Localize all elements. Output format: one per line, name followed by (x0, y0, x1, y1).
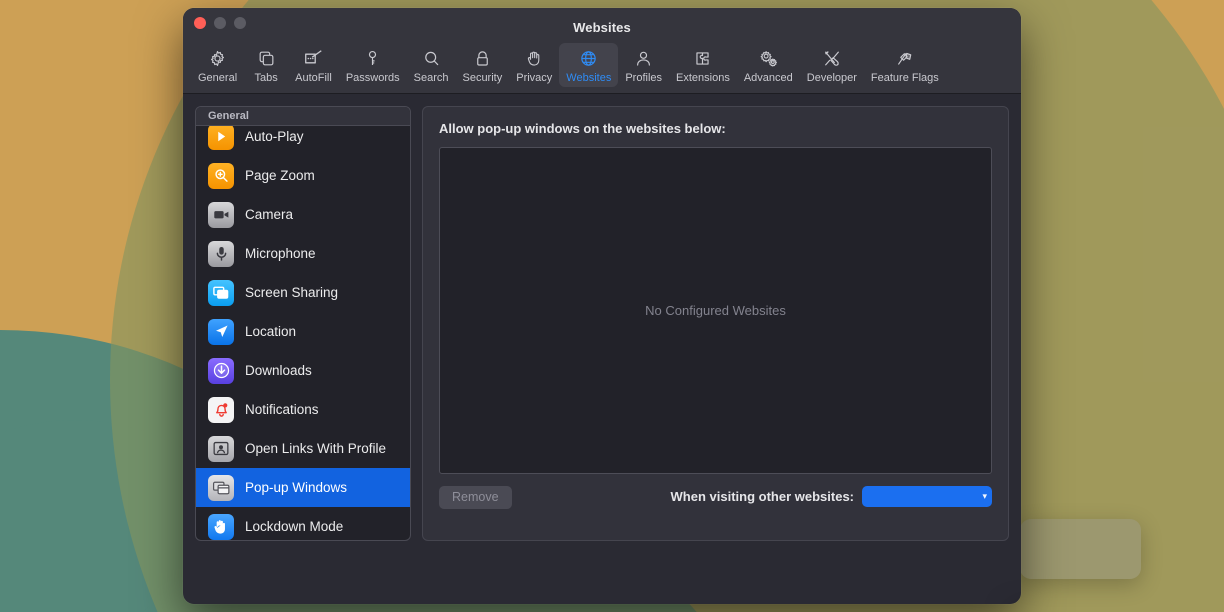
toolbar-item-label: Tabs (255, 72, 278, 84)
camera-icon (208, 202, 234, 228)
toolbar-item-developer[interactable]: Developer (800, 43, 864, 87)
toolbar-item-label: General (198, 72, 237, 84)
location-arrow-icon (208, 319, 234, 345)
default-behavior-dropdown-menu[interactable]: ✓ Block and Notify Block Allow (1014, 602, 1021, 604)
close-button[interactable] (194, 17, 206, 29)
magnifier-plus-icon (208, 163, 234, 189)
sidebar-section-header: General (196, 107, 410, 126)
toolbar-item-privacy[interactable]: Privacy (509, 43, 559, 87)
sidebar-item-screen-sharing[interactable]: Screen Sharing (196, 273, 410, 312)
toolbar-item-search[interactable]: Search (407, 43, 456, 87)
sidebar-item-microphone[interactable]: Microphone (196, 234, 410, 273)
toolbar-item-label: Search (414, 72, 449, 84)
traffic-light-group (194, 17, 246, 29)
sidebar-item-label: Lockdown Mode (245, 519, 343, 534)
sidebar-item-label: Downloads (245, 363, 312, 378)
microphone-icon (208, 241, 234, 267)
window-chrome: Websites General T (183, 8, 1021, 94)
puzzle-icon (690, 47, 716, 69)
sidebar-item-location[interactable]: Location (196, 312, 410, 351)
toolbar-item-label: Developer (807, 72, 857, 84)
play-icon (208, 126, 234, 150)
toolbar-item-autofill[interactable]: AutoFill (288, 43, 339, 87)
toolbar-item-feature-flags[interactable]: Feature Flags (864, 43, 946, 87)
windows-icon (208, 475, 234, 501)
globe-icon (576, 47, 602, 69)
sidebar-item-pop-up-windows[interactable]: Pop-up Windows (196, 468, 410, 507)
sidebar-item-open-links-with-profile[interactable]: Open Links With Profile (196, 429, 410, 468)
window-titlebar: Websites (183, 15, 1021, 39)
toolbar-item-label: Profiles (625, 72, 662, 84)
detail-caption: Allow pop-up windows on the websites bel… (439, 121, 992, 136)
settings-window: Websites General T (183, 8, 1021, 604)
sidebar-item-label: Location (245, 324, 296, 339)
autofill-icon (300, 47, 326, 69)
toolbar-item-security[interactable]: Security (455, 43, 509, 87)
hand-raised-icon (208, 514, 234, 540)
sidebar-item-label: Open Links With Profile (245, 441, 386, 456)
default-behavior-label: When visiting other websites: (671, 489, 854, 504)
sidebar-list[interactable]: Auto-Play Page Zoom (196, 126, 410, 540)
toolbar-item-label: Passwords (346, 72, 400, 84)
toolbar-item-profiles[interactable]: Profiles (618, 43, 669, 87)
gear-icon (205, 47, 231, 69)
tools-icon (819, 47, 845, 69)
bell-icon (208, 397, 234, 423)
key-icon (360, 47, 386, 69)
search-icon (418, 47, 444, 69)
hand-icon (521, 47, 547, 69)
toolbar-item-advanced[interactable]: Advanced (737, 43, 800, 87)
window-title: Websites (183, 20, 1021, 35)
maximize-button[interactable] (234, 17, 246, 29)
profile-card-icon (208, 436, 234, 462)
remove-button[interactable]: Remove (439, 486, 512, 509)
gears-icon (755, 47, 781, 69)
toolbar-item-tabs[interactable]: Tabs (244, 43, 288, 87)
toolbar-item-extensions[interactable]: Extensions (669, 43, 737, 87)
settings-body: General Auto-Play (183, 94, 1021, 604)
background-window[interactable] (1020, 519, 1141, 579)
sidebar-item-notifications[interactable]: Notifications (196, 390, 410, 429)
sidebar-item-camera[interactable]: Camera (196, 195, 410, 234)
minimize-button[interactable] (214, 17, 226, 29)
tabs-icon (253, 47, 279, 69)
toolbar-item-websites[interactable]: Websites (559, 43, 618, 87)
toolbar-item-label: Security (462, 72, 502, 84)
configured-websites-list[interactable]: No Configured Websites (439, 147, 992, 474)
detail-footer: Remove When visiting other websites: ▾ (439, 486, 992, 540)
toolbar-item-passwords[interactable]: Passwords (339, 43, 407, 87)
sidebar-item-label: Page Zoom (245, 168, 315, 183)
sidebar-item-label: Microphone (245, 246, 316, 261)
sidebar-item-lockdown-mode[interactable]: Lockdown Mode (196, 507, 410, 540)
toolbar-item-label: Privacy (516, 72, 552, 84)
sidebar-item-label: Notifications (245, 402, 319, 417)
toolbar-item-label: Websites (566, 72, 611, 84)
sidebar-item-label: Auto-Play (245, 129, 304, 144)
empty-state-message: No Configured Websites (645, 303, 786, 318)
chevron-up-down-icon: ▾ (982, 492, 987, 501)
toolbar-item-label: AutoFill (295, 72, 332, 84)
person-icon (631, 47, 657, 69)
lock-icon (469, 47, 495, 69)
screen-sharing-icon (208, 280, 234, 306)
sidebar-item-downloads[interactable]: Downloads (196, 351, 410, 390)
sidebar-item-auto-play[interactable]: Auto-Play (196, 126, 410, 156)
sidebar-item-label: Camera (245, 207, 293, 222)
detail-pane: Allow pop-up windows on the websites bel… (422, 106, 1009, 541)
toolbar-item-label: Advanced (744, 72, 793, 84)
default-behavior-popup-button[interactable]: ▾ (862, 486, 992, 507)
sidebar-item-page-zoom[interactable]: Page Zoom (196, 156, 410, 195)
toolbar-item-general[interactable]: General (191, 43, 244, 87)
download-icon (208, 358, 234, 384)
toolbar-item-label: Feature Flags (871, 72, 939, 84)
sidebar-item-label: Pop-up Windows (245, 480, 347, 495)
settings-toolbar: General Tabs (183, 39, 1021, 93)
settings-sidebar: General Auto-Play (195, 106, 411, 541)
default-behavior-row: When visiting other websites: ▾ (671, 486, 992, 507)
sidebar-item-label: Screen Sharing (245, 285, 338, 300)
flags-icon (892, 47, 918, 69)
toolbar-item-label: Extensions (676, 72, 730, 84)
